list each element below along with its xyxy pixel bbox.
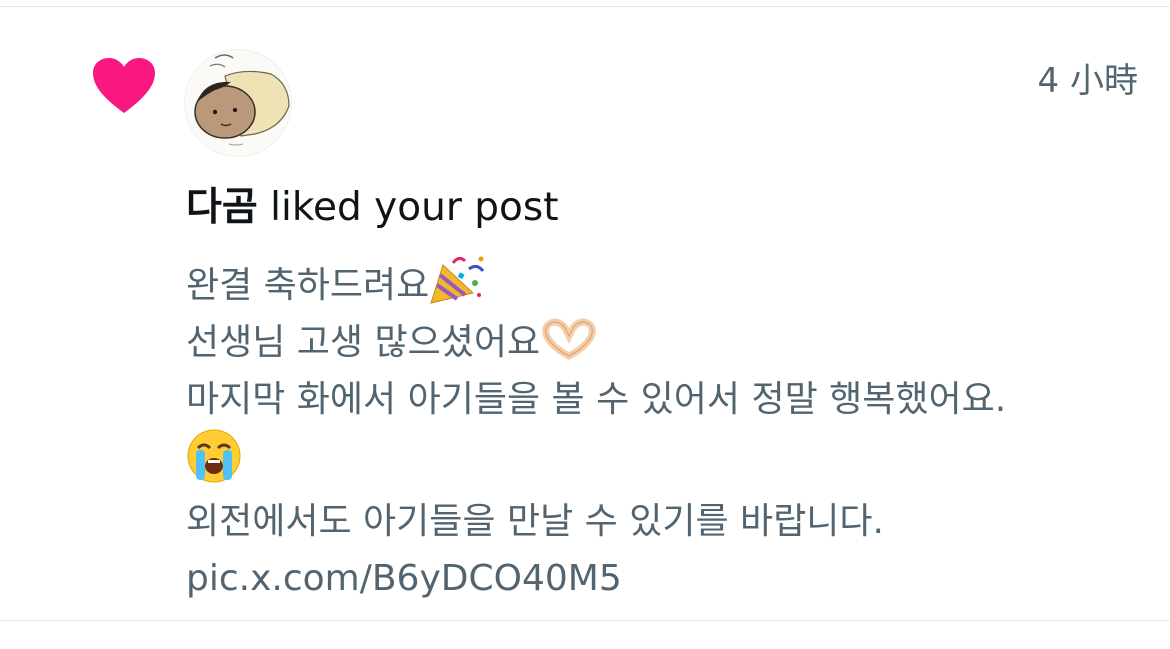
- notification-headline[interactable]: 다곰 liked your post: [186, 183, 559, 233]
- user-name[interactable]: 다곰: [186, 185, 258, 230]
- avatar[interactable]: [184, 49, 292, 157]
- timestamp: 4 小時: [1037, 61, 1138, 101]
- avatar-illustration: [185, 50, 291, 156]
- bottom-divider: [0, 620, 1170, 621]
- post-preview[interactable]: 완결 축하드려요 선생님 고생 많으셨어요 마지막 화에서 아기들을 볼 수 있…: [186, 253, 1146, 607]
- loudly-crying-face-icon: [187, 429, 241, 483]
- post-line-5: 외전에서도 아기들을 만날 수 있기를 바랍니다.: [186, 501, 884, 542]
- post-text-2: 선생님 고생 많으셨어요: [186, 322, 541, 363]
- action-text: liked your post: [257, 185, 559, 230]
- post-line-2: 선생님 고생 많으셨어요: [186, 314, 1146, 371]
- like-notification[interactable]: 4 小時 다곰 liked your post 완결 축하드려요 선생님 고생 …: [0, 7, 1170, 620]
- party-popper-icon: [430, 256, 485, 304]
- post-media-link[interactable]: pic.x.com/B6yDCO40M5: [186, 550, 1146, 607]
- heart-icon: [93, 58, 155, 113]
- post-line-4: [186, 428, 1146, 493]
- heart-hands-icon: [542, 318, 596, 360]
- post-text-1: 완결 축하드려요: [186, 265, 430, 306]
- post-line-3: 마지막 화에서 아기들을 볼 수 있어서 정말 행복했어요.: [186, 379, 1007, 420]
- post-line-1: 완결 축하드려요: [186, 253, 1146, 314]
